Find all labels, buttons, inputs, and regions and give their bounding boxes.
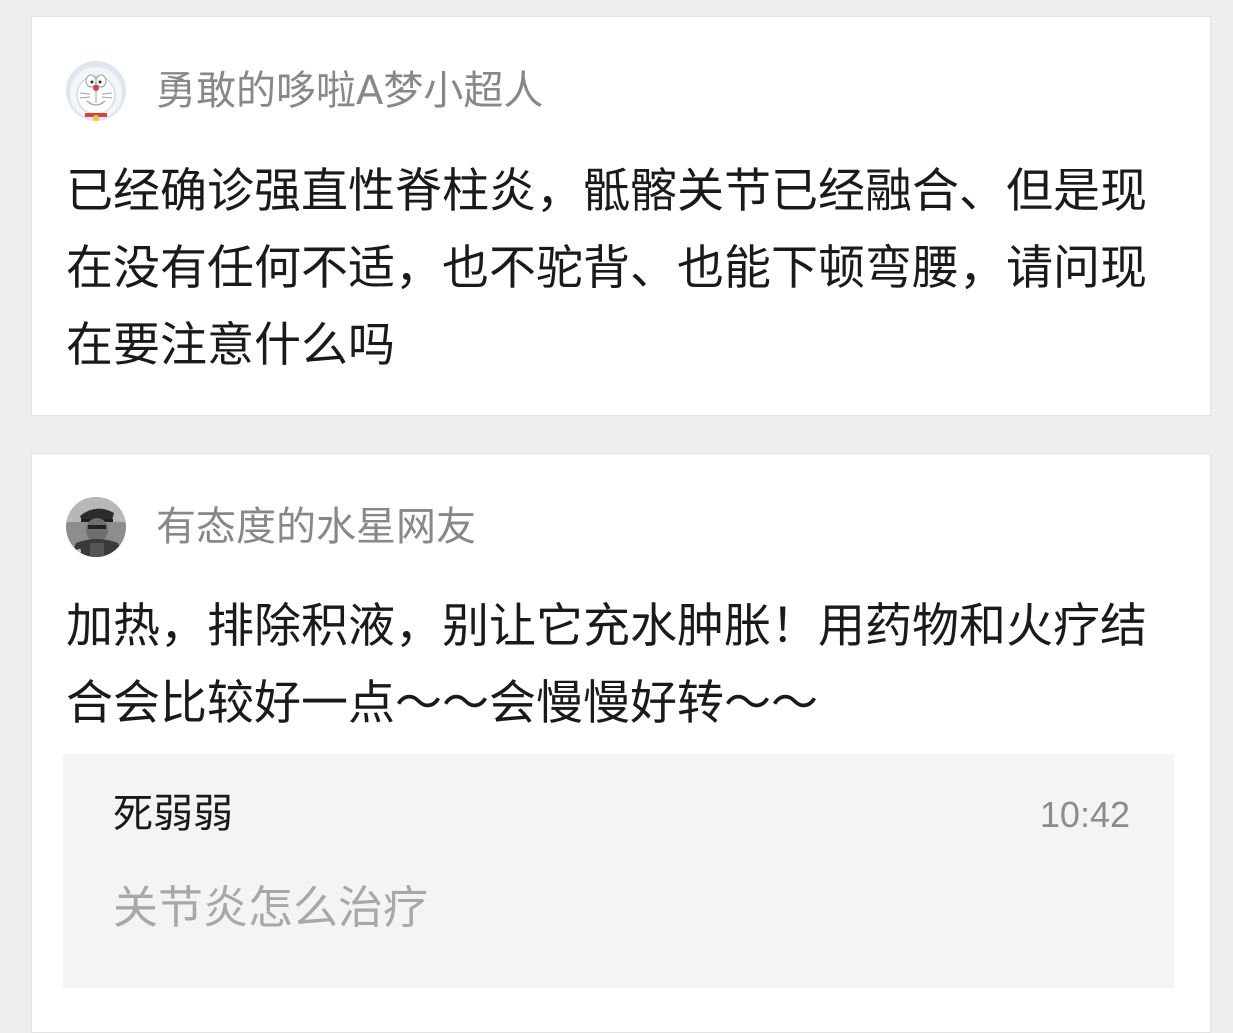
reply-username[interactable]: 死弱弱 [113,788,233,840]
username[interactable]: 勇敢的哆啦A梦小超人 [156,61,543,121]
avatar[interactable] [66,497,126,557]
post-content: 加热，排除积液，别让它充水肿胀！用药物和火疗结合会比较好一点～～会慢慢好转～～ [66,599,1147,731]
military-portrait-avatar-icon [66,497,126,557]
post-card[interactable]: 勇敢的哆啦A梦小超人 已经确诊强直性脊柱炎，骶髂关节已经融合、但是现在没有任何不… [31,16,1211,416]
reply-content: 关节炎怎么治疗 [113,881,429,934]
post-content: 已经确诊强直性脊柱炎，骶髂关节已经融合、但是现在没有任何不适，也不驼背、也能下顿… [66,164,1147,373]
reply-box[interactable]: 死弱弱 10:42 关节炎怎么治疗 [63,754,1174,988]
post-header: 有态度的水星网友 [66,497,476,557]
doraemon-avatar-icon [66,61,126,121]
avatar[interactable] [66,61,126,121]
username[interactable]: 有态度的水星网友 [156,497,476,557]
post-header: 勇敢的哆啦A梦小超人 [66,61,543,121]
reply-timestamp: 10:42 [1039,794,1130,835]
post-card[interactable]: 有态度的水星网友 加热，排除积液，别让它充水肿胀！用药物和火疗结合会比较好一点～… [31,453,1211,1033]
